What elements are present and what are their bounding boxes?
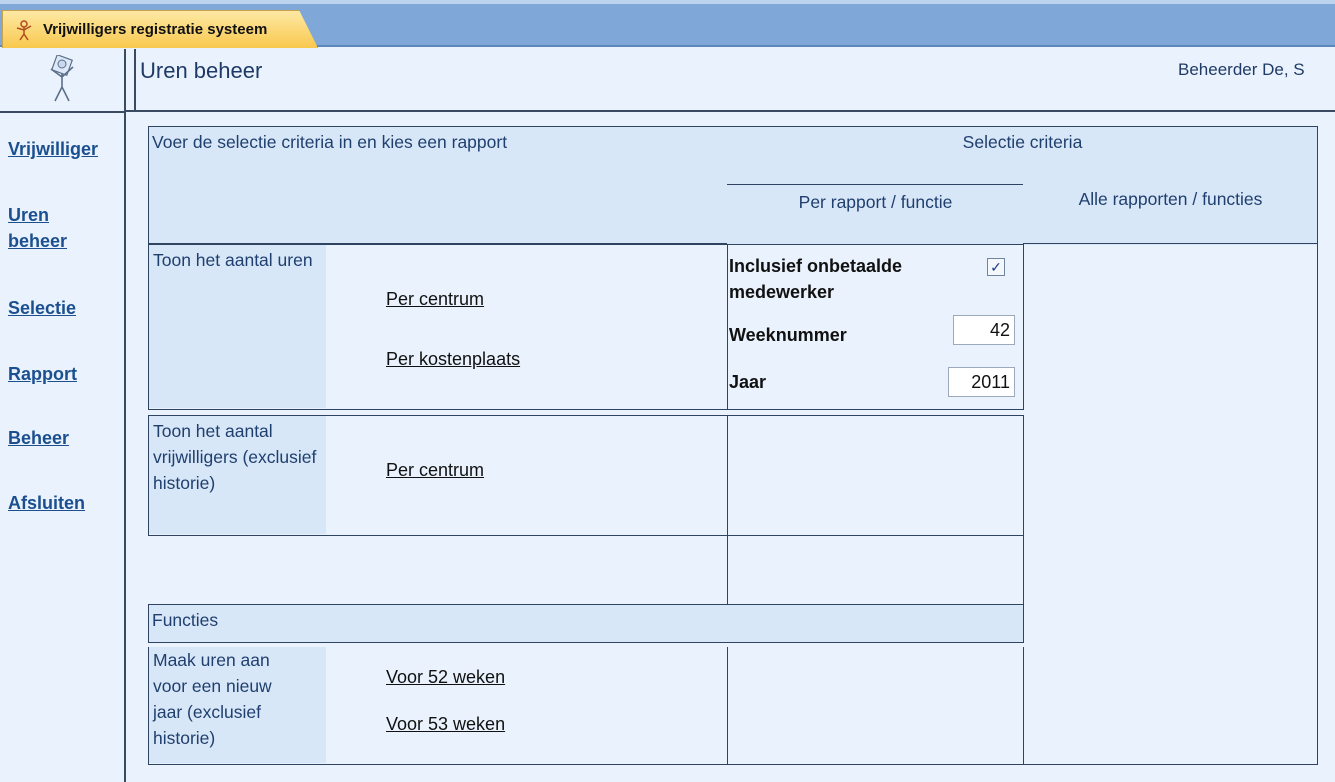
vrijwilligers-label: Toon het aantal vrijwilligers (exclusief…: [153, 421, 317, 493]
header-rule: [124, 110, 1335, 112]
sidebar-item-uren-beheer[interactable]: Uren beheer: [8, 202, 88, 254]
criteria-header: Selectie criteria: [962, 132, 1083, 152]
sidebar-item-beheer[interactable]: Beheer: [8, 425, 69, 451]
functions-header-bar: Functies: [148, 604, 1024, 643]
new-year-section: Maak uren aan voor een nieuw jaar (exclu…: [148, 647, 728, 765]
logo: [0, 49, 124, 111]
volunteer-logo-icon: [50, 55, 74, 102]
user-name: Beheerder De, S: [1178, 60, 1305, 79]
voor-52-weken-link[interactable]: Voor 52 weken: [386, 667, 505, 688]
app-icon: [13, 19, 35, 41]
sidebar-item-vrijwilliger[interactable]: Vrijwilliger: [8, 136, 98, 162]
instruction-text: Voer de selectie criteria in en kies een…: [152, 132, 508, 152]
sidebar-divider: [124, 49, 126, 782]
document-tab-label: Vrijwilligers registratie systeem: [43, 21, 268, 38]
sidebar-item-rapport[interactable]: Rapport: [8, 361, 77, 387]
functions-header: Functies: [152, 610, 219, 630]
week-label: Weeknummer: [729, 325, 847, 345]
vrijwilligers-criteria-cell: [727, 415, 1024, 536]
page-title: Uren beheer: [140, 58, 263, 83]
new-year-label-cell: Maak uren aan voor een nieuw jaar (exclu…: [149, 647, 326, 763]
tab-bar-top-strip: [0, 0, 1335, 4]
new-year-label: Maak uren aan voor een nieuw jaar (exclu…: [153, 650, 272, 748]
unpaid-checkbox[interactable]: ✓: [987, 258, 1005, 276]
all-reports-header-cell: Alle rapporten / functies: [1023, 184, 1318, 245]
per-report-header-cell: Per rapport / functie: [727, 184, 1024, 245]
uren-section: Toon het aantal uren Per centrum Per kos…: [148, 244, 728, 410]
year-label: Jaar: [729, 372, 767, 392]
criteria-header-panel: Selectie criteria: [727, 126, 1318, 186]
per-centrum-uren-link[interactable]: Per centrum: [386, 289, 484, 310]
sidebar-header-rule: [0, 111, 124, 113]
spacer-cell: [727, 535, 1024, 605]
voor-53-weken-link[interactable]: Voor 53 weken: [386, 714, 505, 735]
per-kostenplaats-link[interactable]: Per kostenplaats: [386, 349, 520, 370]
criteria-panel: Inclusief onbetaalde medewerker ✓ Weeknu…: [727, 244, 1024, 410]
year-input[interactable]: 2011: [948, 367, 1015, 397]
header-divider: [134, 49, 136, 111]
vrijwilligers-label-cell: Toon het aantal vrijwilligers (exclusief…: [149, 416, 326, 534]
week-input[interactable]: 42: [953, 315, 1015, 345]
uren-label-cell: Toon het aantal uren: [149, 245, 326, 408]
sidebar-item-selectie[interactable]: Selectie: [8, 295, 76, 321]
per-centrum-vrijwilligers-link[interactable]: Per centrum: [386, 460, 484, 481]
per-report-header: Per rapport / functie: [798, 192, 953, 212]
new-year-criteria-cell: [727, 647, 1024, 765]
vrijwilligers-section: Toon het aantal vrijwilligers (exclusief…: [148, 415, 728, 536]
uren-label: Toon het aantal uren: [153, 250, 313, 270]
all-reports-header: Alle rapporten / functies: [1078, 189, 1263, 209]
all-reports-column: [1023, 243, 1318, 765]
unpaid-label: Inclusief onbetaalde medewerker: [729, 256, 903, 302]
instruction-panel: Voer de selectie criteria in en kies een…: [148, 126, 728, 244]
document-tab[interactable]: Vrijwilligers registratie systeem: [2, 10, 318, 48]
sidebar-item-afsluiten[interactable]: Afsluiten: [8, 490, 85, 516]
